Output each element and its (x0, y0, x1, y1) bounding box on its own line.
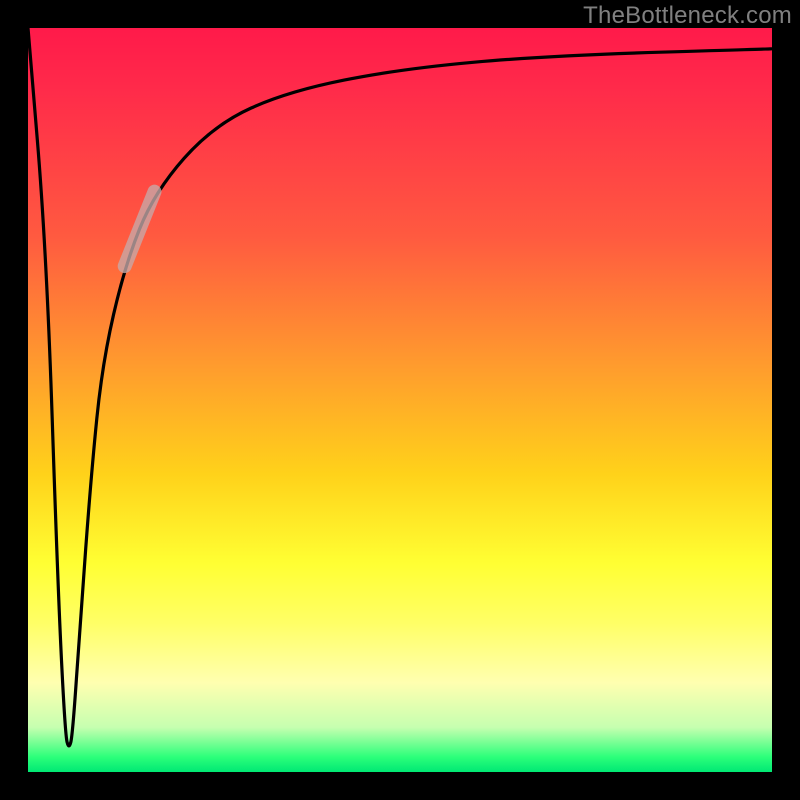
bottleneck-curve (28, 28, 772, 746)
curve-highlight-segment (125, 192, 155, 266)
watermark-text: TheBottleneck.com (583, 2, 792, 30)
curve-layer (28, 28, 772, 772)
figure-frame: TheBottleneck.com (0, 0, 800, 800)
